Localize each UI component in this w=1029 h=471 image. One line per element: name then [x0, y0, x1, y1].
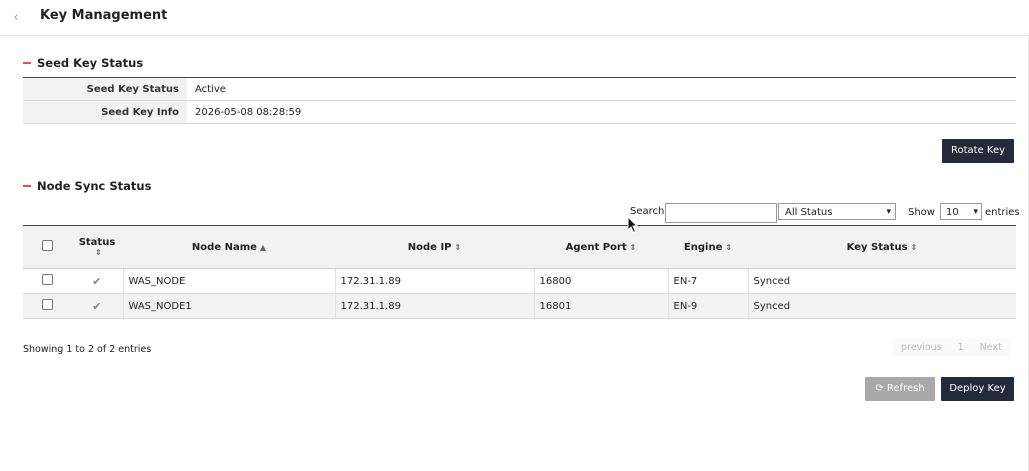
node-name-cell: WAS_NODE1: [122, 293, 335, 319]
node-section-title-text: Node Sync Status: [37, 179, 152, 193]
select-all-checkbox[interactable]: [41, 240, 53, 251]
sort-icon: ⇕: [629, 242, 637, 252]
column-header-key-status[interactable]: Key Status ⇕: [748, 225, 1016, 269]
chevron-left-icon[interactable]: ‹: [6, 8, 26, 28]
deploy-key-button[interactable]: Deploy Key: [941, 377, 1014, 401]
status-filter-select[interactable]: All Status ▾: [778, 203, 896, 220]
seed-status-label: Seed Key Status: [23, 77, 187, 101]
pagination-page[interactable]: 1: [949, 339, 972, 356]
node-section-title: Node Sync Status: [23, 179, 151, 193]
engine-cell: EN-7: [667, 268, 748, 294]
column-header-key-status-label: Key Status: [846, 241, 908, 253]
page-size-select[interactable]: 10 ▾: [940, 203, 982, 220]
node-name-cell: WAS_NODE: [122, 268, 335, 294]
row-checkbox[interactable]: [41, 299, 53, 310]
top-bar: ‹ Key Management: [0, 0, 1029, 36]
table-row[interactable]: ✔ WAS_NODE 172.31.1.89 16800 EN-7 Synced: [23, 268, 1016, 294]
seed-section-title-text: Seed Key Status: [37, 56, 144, 70]
seed-info-label: Seed Key Info: [23, 100, 187, 124]
node-ip-cell: 172.31.1.89: [334, 293, 534, 319]
table-info-text: Showing 1 to 2 of 2 entries: [23, 344, 152, 355]
column-header-engine-label: Engine: [683, 241, 723, 253]
column-header-agent-port[interactable]: Agent Port ⇕: [534, 225, 668, 269]
chevron-down-icon: ▾: [886, 207, 891, 217]
sort-icon: ⇕: [95, 248, 102, 257]
rotate-key-button[interactable]: Rotate Key: [942, 139, 1014, 163]
agent-port-cell: 16800: [533, 268, 668, 294]
mouse-cursor-icon: [627, 216, 639, 234]
refresh-button-label: Refresh: [886, 383, 925, 394]
refresh-icon: ⟳: [875, 383, 884, 394]
check-icon: ✔: [92, 299, 102, 313]
section-marker: [23, 185, 31, 187]
status-cell: ✔: [71, 293, 123, 319]
table-row[interactable]: ✔ WAS_NODE1 172.31.1.89 16801 EN-9 Synce…: [23, 293, 1016, 319]
column-header-engine[interactable]: Engine ⇕: [668, 225, 748, 269]
row-checkbox[interactable]: [41, 274, 53, 285]
engine-cell: EN-9: [667, 293, 748, 319]
row-select-cell: [23, 268, 71, 294]
column-header-status[interactable]: Status ⇕: [71, 225, 123, 269]
pagination-previous[interactable]: previous: [893, 339, 950, 356]
column-header-node-name-label: Node Name: [191, 241, 257, 253]
status-filter-value: All Status: [785, 207, 833, 218]
sort-icon: ⇕: [454, 242, 462, 252]
column-header-node-name[interactable]: Node Name ▲: [123, 225, 335, 269]
show-label: Show: [908, 207, 935, 218]
sort-icon: ⇕: [910, 242, 918, 252]
seed-section-title: Seed Key Status: [23, 56, 143, 70]
seed-status-value: Active: [187, 77, 1016, 101]
check-icon: ✔: [92, 274, 102, 288]
node-ip-cell: 172.31.1.89: [334, 268, 534, 294]
page-size-value: 10: [946, 207, 959, 218]
seed-info-value: 2026-05-08 08:28:59: [187, 100, 1016, 124]
column-header-agent-port-label: Agent Port: [565, 241, 627, 253]
section-marker: [23, 62, 31, 64]
agent-port-cell: 16801: [533, 293, 668, 319]
seed-info-table: Seed Key Status Active Seed Key Info 202…: [23, 77, 1016, 124]
select-all-header: [23, 225, 71, 269]
pagination: previous 1 Next: [893, 339, 1010, 356]
sort-asc-icon: ▲: [259, 242, 267, 252]
search-input[interactable]: [665, 203, 777, 223]
pagination-next[interactable]: Next: [971, 339, 1010, 356]
row-select-cell: [23, 293, 71, 319]
page-title: Key Management: [40, 8, 168, 23]
column-header-node-ip[interactable]: Node IP ⇕: [335, 225, 534, 269]
status-cell: ✔: [71, 268, 123, 294]
node-table: Status ⇕ Node Name ▲ Node IP ⇕ Agent Port ⇕…: [23, 225, 1016, 319]
key-status-cell: Synced: [747, 268, 1016, 294]
column-header-status-label: Status: [78, 237, 116, 248]
column-header-node-ip-label: Node IP: [407, 241, 452, 253]
sort-icon: ⇕: [725, 242, 733, 252]
entries-label: entries: [985, 207, 1020, 218]
refresh-button[interactable]: ⟳ Refresh: [865, 377, 935, 401]
chevron-down-icon: ▾: [973, 207, 978, 217]
key-status-cell: Synced: [747, 293, 1016, 319]
